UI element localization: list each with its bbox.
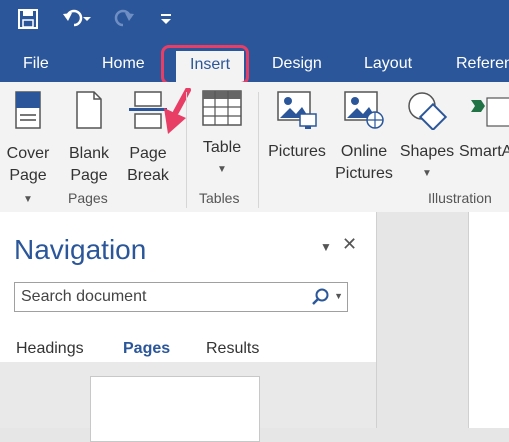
page-break-label-line2: Break bbox=[127, 167, 169, 184]
close-icon[interactable]: ✕ bbox=[342, 234, 357, 255]
customize-qat-icon[interactable] bbox=[158, 6, 174, 32]
search-icon[interactable] bbox=[311, 288, 329, 311]
tab-layout[interactable]: Layout bbox=[364, 45, 412, 82]
group-label-illustrations: Illustration bbox=[428, 190, 492, 206]
insert-tab-highlight bbox=[161, 45, 249, 85]
pictures-label: Pictures bbox=[268, 143, 326, 160]
group-separator bbox=[186, 92, 187, 208]
page-thumbnail[interactable] bbox=[90, 376, 260, 442]
tab-references[interactable]: Referen bbox=[456, 45, 509, 82]
arrow-pointer-icon bbox=[150, 87, 196, 141]
pictures-button[interactable]: Pictures bbox=[264, 90, 330, 163]
group-separator bbox=[258, 92, 259, 208]
cover-page-button[interactable]: Cover Page ▼ bbox=[4, 90, 52, 211]
tab-file[interactable]: File bbox=[23, 45, 49, 82]
pane-options-icon[interactable]: ▼ bbox=[320, 240, 332, 254]
shapes-icon bbox=[399, 90, 455, 137]
shapes-label: Shapes bbox=[399, 143, 455, 160]
search-input[interactable]: Search document ▼ bbox=[14, 282, 348, 312]
cover-page-label-line1: Cover bbox=[6, 145, 50, 162]
page-break-label-line1: Page bbox=[129, 145, 167, 162]
nav-tab-pages[interactable]: Pages bbox=[123, 340, 170, 358]
smartart-label: SmartA bbox=[459, 143, 509, 160]
cover-page-label-line2: Page bbox=[9, 167, 47, 184]
navigation-title: Navigation bbox=[14, 234, 147, 265]
nav-tab-results[interactable]: Results bbox=[206, 340, 259, 358]
online-pictures-icon bbox=[333, 90, 395, 137]
table-label: Table bbox=[202, 139, 242, 156]
online-pictures-button[interactable]: Online Pictures bbox=[333, 90, 395, 185]
blank-page-button[interactable]: Blank Page bbox=[64, 90, 114, 187]
shapes-button[interactable]: Shapes ▼ bbox=[399, 90, 455, 185]
blank-page-icon bbox=[64, 90, 114, 139]
tab-home[interactable]: Home bbox=[102, 45, 145, 82]
document-page[interactable] bbox=[468, 212, 509, 428]
save-icon[interactable] bbox=[14, 6, 42, 32]
pictures-icon bbox=[264, 90, 330, 137]
online-pictures-label-line1: Online bbox=[340, 143, 388, 160]
group-label-tables: Tables bbox=[199, 190, 240, 206]
cover-page-icon bbox=[4, 90, 52, 139]
navigation-pane: Navigation ▼ ✕ Search document ▼ Heading… bbox=[0, 212, 377, 442]
blank-page-label-line2: Page bbox=[70, 167, 108, 184]
tab-design[interactable]: Design bbox=[272, 45, 322, 82]
search-options-icon[interactable]: ▼ bbox=[334, 291, 343, 301]
search-placeholder: Search document bbox=[21, 288, 147, 305]
ribbon-tabs: File Home Insert Design Layout Referen bbox=[0, 45, 509, 82]
table-button[interactable]: Table ▼ bbox=[196, 90, 248, 181]
online-pictures-label-line2: Pictures bbox=[335, 165, 393, 182]
blank-page-label-line1: Blank bbox=[68, 145, 110, 162]
ribbon: Cover Page ▼ Blank Page Page Break Table… bbox=[0, 82, 509, 213]
nav-tab-headings[interactable]: Headings bbox=[16, 340, 84, 358]
dropdown-caret-icon: ▼ bbox=[217, 164, 227, 175]
smartart-button[interactable]: SmartA bbox=[459, 90, 509, 163]
dropdown-caret-icon: ▼ bbox=[23, 194, 33, 205]
group-label-pages: Pages bbox=[68, 190, 108, 206]
undo-icon[interactable] bbox=[60, 6, 94, 32]
title-bar bbox=[0, 0, 509, 45]
dropdown-caret-icon: ▼ bbox=[422, 168, 432, 179]
smartart-icon bbox=[469, 90, 509, 137]
table-icon bbox=[196, 90, 248, 133]
redo-icon bbox=[112, 6, 136, 32]
